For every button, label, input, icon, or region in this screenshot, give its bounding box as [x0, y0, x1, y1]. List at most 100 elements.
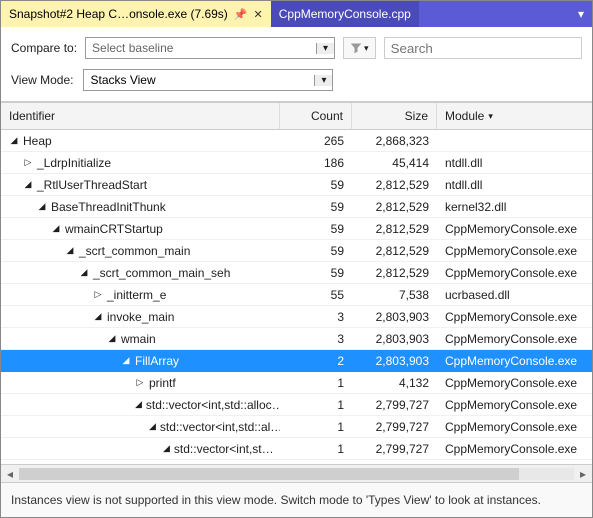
identifier-label: std::vector<int,std::al… [160, 420, 280, 434]
baseline-placeholder: Select baseline [86, 41, 316, 55]
table-row[interactable]: ◢std::vector<int,st…12,799,727CppMemoryC… [1, 438, 592, 460]
expand-toggle-icon[interactable]: ◢ [37, 201, 47, 212]
table-row[interactable]: ◢_RtlUserThreadStart592,812,529ntdll.dll [1, 174, 592, 196]
expand-toggle-icon[interactable]: ◢ [9, 135, 19, 146]
size-cell: 2,799,727 [352, 416, 437, 438]
toolbar-row-1: Compare to: Select baseline ▾ ▾ [1, 27, 592, 65]
identifier-label: _RtlUserThreadStart [37, 178, 147, 192]
identifier-cell: ◢ std::vector<int,std::al… [1, 416, 280, 438]
expand-toggle-icon[interactable]: ◢ [107, 333, 117, 344]
funnel-icon [350, 42, 362, 54]
expand-toggle-icon[interactable]: ◢ [65, 245, 75, 256]
size-cell: 7,538 [352, 284, 437, 306]
expand-toggle-icon[interactable]: ▷ [135, 377, 145, 388]
scroll-right-arrow[interactable]: ▸ [574, 467, 592, 481]
table-row[interactable]: ◢_scrt_common_main_seh592,812,529CppMemo… [1, 262, 592, 284]
header-module[interactable]: Module▾ [437, 103, 592, 130]
view-mode-select[interactable]: Stacks View ▾ [83, 69, 333, 91]
view-mode-label: View Mode: [11, 73, 73, 87]
scroll-left-arrow[interactable]: ◂ [1, 467, 19, 481]
table-row[interactable]: ◢std::vector<int,std::alloc…12,799,727Cp… [1, 394, 592, 416]
count-cell: 265 [280, 130, 352, 152]
chevron-down-icon[interactable]: ▾ [314, 75, 332, 86]
size-cell: 2,812,529 [352, 174, 437, 196]
table-row[interactable]: ◢Heap2652,868,323 [1, 130, 592, 152]
scroll-track[interactable] [19, 468, 574, 480]
compare-to-label: Compare to: [11, 41, 77, 55]
table-row[interactable]: ◢_scrt_common_main592,812,529CppMemoryCo… [1, 240, 592, 262]
expand-toggle-icon[interactable]: ▷ [93, 289, 103, 300]
header-size[interactable]: Size [352, 103, 437, 130]
close-icon[interactable]: ✕ [254, 8, 263, 21]
identifier-label: invoke_main [107, 310, 174, 324]
module-cell: CppMemoryConsole.exe [437, 218, 592, 240]
table-row[interactable]: ◢invoke_main32,803,903CppMemoryConsole.e… [1, 306, 592, 328]
expand-toggle-icon[interactable]: ◢ [163, 443, 170, 454]
identifier-label: wmain [121, 332, 156, 346]
tab-source-file[interactable]: CppMemoryConsole.cpp [271, 1, 419, 27]
module-cell: CppMemoryConsole.exe [437, 416, 592, 438]
header-count[interactable]: Count [280, 103, 352, 130]
tab-snapshot[interactable]: Snapshot#2 Heap C…onsole.exe (7.69s) 📌 ✕ [1, 1, 271, 27]
identifier-label: _initterm_e [107, 288, 166, 302]
pin-icon[interactable]: 📌 [234, 8, 248, 21]
tab-bar: Snapshot#2 Heap C…onsole.exe (7.69s) 📌 ✕… [1, 1, 592, 27]
table-row[interactable]: ◢std::vector<int,std::al…12,799,727CppMe… [1, 416, 592, 438]
scroll-thumb[interactable] [19, 468, 519, 480]
count-cell: 59 [280, 262, 352, 284]
identifier-label: Heap [23, 134, 52, 148]
count-cell: 59 [280, 218, 352, 240]
expand-toggle-icon[interactable]: ◢ [149, 421, 156, 432]
chevron-down-icon: ▾ [364, 43, 369, 54]
search-input[interactable] [384, 37, 582, 59]
size-cell: 2,812,529 [352, 240, 437, 262]
table-row[interactable]: ▷_initterm_e557,538ucrbased.dll [1, 284, 592, 306]
chevron-down-icon[interactable]: ▾ [316, 43, 334, 54]
table-row[interactable]: ◢BaseThreadInitThunk592,812,529kernel32.… [1, 196, 592, 218]
horizontal-scrollbar[interactable]: ◂ ▸ [1, 464, 592, 482]
header-identifier[interactable]: Identifier [1, 103, 280, 130]
tab-overflow-button[interactable]: ▾ [570, 1, 592, 27]
identifier-cell: ▷ _LdrpInitialize [1, 152, 280, 174]
table-row[interactable]: ◢FillArray22,803,903CppMemoryConsole.exe [1, 350, 592, 372]
identifier-cell: ▷ printf [1, 372, 280, 394]
count-cell: 1 [280, 438, 352, 460]
table-row[interactable]: ▷printf14,132CppMemoryConsole.exe [1, 372, 592, 394]
count-cell: 59 [280, 174, 352, 196]
identifier-cell: ◢ invoke_main [1, 306, 280, 328]
size-cell: 2,812,529 [352, 262, 437, 284]
baseline-select[interactable]: Select baseline ▾ [85, 37, 335, 59]
identifier-cell: ◢_scrt_common_main_seh [1, 262, 280, 284]
expand-toggle-icon[interactable]: ▷ [23, 157, 33, 168]
sort-caret-icon: ▾ [488, 111, 493, 122]
expand-toggle-icon[interactable]: ◢ [51, 223, 61, 234]
identifier-cell: ◢ _RtlUserThreadStart [1, 174, 280, 196]
size-cell: 4,132 [352, 372, 437, 394]
expand-toggle-icon[interactable]: ◢ [121, 355, 131, 366]
identifier-label: BaseThreadInitThunk [51, 200, 166, 214]
expand-toggle-icon[interactable]: ◢ [135, 399, 142, 410]
module-cell: CppMemoryConsole.exe [437, 372, 592, 394]
count-cell: 1 [280, 394, 352, 416]
filter-button[interactable]: ▾ [343, 37, 376, 59]
expand-toggle-icon[interactable]: ◢ [79, 267, 89, 278]
table-row[interactable]: ▷_LdrpInitialize18645,414ntdll.dll [1, 152, 592, 174]
grid-body[interactable]: ◢Heap2652,868,323▷_LdrpInitialize18645,4… [1, 130, 592, 464]
identifier-label: printf [149, 376, 176, 390]
column-headers: Identifier Count Size Module▾ [1, 103, 592, 130]
module-cell: CppMemoryConsole.exe [437, 240, 592, 262]
identifier-label: _LdrpInitialize [37, 156, 111, 170]
expand-toggle-icon[interactable]: ◢ [23, 179, 33, 190]
count-cell: 55 [280, 284, 352, 306]
module-cell: CppMemoryConsole.exe [437, 350, 592, 372]
identifier-label: FillArray [135, 354, 179, 368]
toolbar-row-2: View Mode: Stacks View ▾ [1, 65, 592, 102]
heap-snapshot-window: Snapshot#2 Heap C…onsole.exe (7.69s) 📌 ✕… [0, 0, 593, 518]
table-row[interactable]: ◢wmain32,803,903CppMemoryConsole.exe [1, 328, 592, 350]
size-cell: 2,803,903 [352, 328, 437, 350]
status-message: Instances view is not supported in this … [1, 482, 592, 517]
table-row[interactable]: ◢wmainCRTStartup592,812,529CppMemoryCons… [1, 218, 592, 240]
expand-toggle-icon[interactable]: ◢ [93, 311, 103, 322]
identifier-cell: ◢wmainCRTStartup [1, 218, 280, 240]
size-cell: 2,799,727 [352, 438, 437, 460]
